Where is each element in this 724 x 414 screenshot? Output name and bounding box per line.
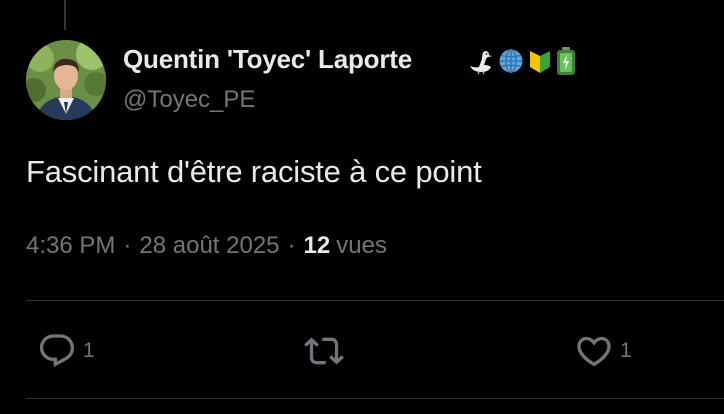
author-display-name[interactable]: Quentin 'Toyec' Laporte <box>123 44 412 75</box>
meta-separator: · <box>123 232 132 259</box>
globe-emoji-icon <box>497 47 525 75</box>
views-label: vues <box>336 232 387 259</box>
goose-emoji-icon <box>467 47 495 75</box>
views-count: 12 <box>303 232 331 259</box>
tweet-metadata: 4:36 PM · 28 août 2025 · 12 vues <box>26 232 387 260</box>
tweet-date[interactable]: 28 août 2025 <box>139 232 279 260</box>
divider <box>26 300 724 301</box>
author-badges <box>467 46 577 76</box>
heart-icon <box>574 331 614 371</box>
battery-emoji-icon <box>555 46 577 76</box>
like-count: 1 <box>620 339 632 362</box>
avatar-photo <box>26 40 106 120</box>
author-handle[interactable]: @Toyec_PE <box>123 86 255 114</box>
tweet-text: Fascinant d'être raciste à ce point <box>26 154 482 189</box>
retweet-icon <box>302 331 346 371</box>
reply-icon <box>37 331 77 371</box>
divider <box>26 398 724 399</box>
retweet-button[interactable] <box>302 331 352 371</box>
thread-connector-line <box>64 0 66 30</box>
meta-separator: · <box>287 232 296 259</box>
like-button[interactable]: 1 <box>574 331 632 371</box>
reply-button[interactable]: 1 <box>37 331 95 371</box>
reply-count: 1 <box>83 339 95 362</box>
beginner-shield-emoji-icon <box>527 47 553 75</box>
avatar[interactable] <box>26 40 106 120</box>
tweet-time[interactable]: 4:36 PM <box>26 232 115 260</box>
